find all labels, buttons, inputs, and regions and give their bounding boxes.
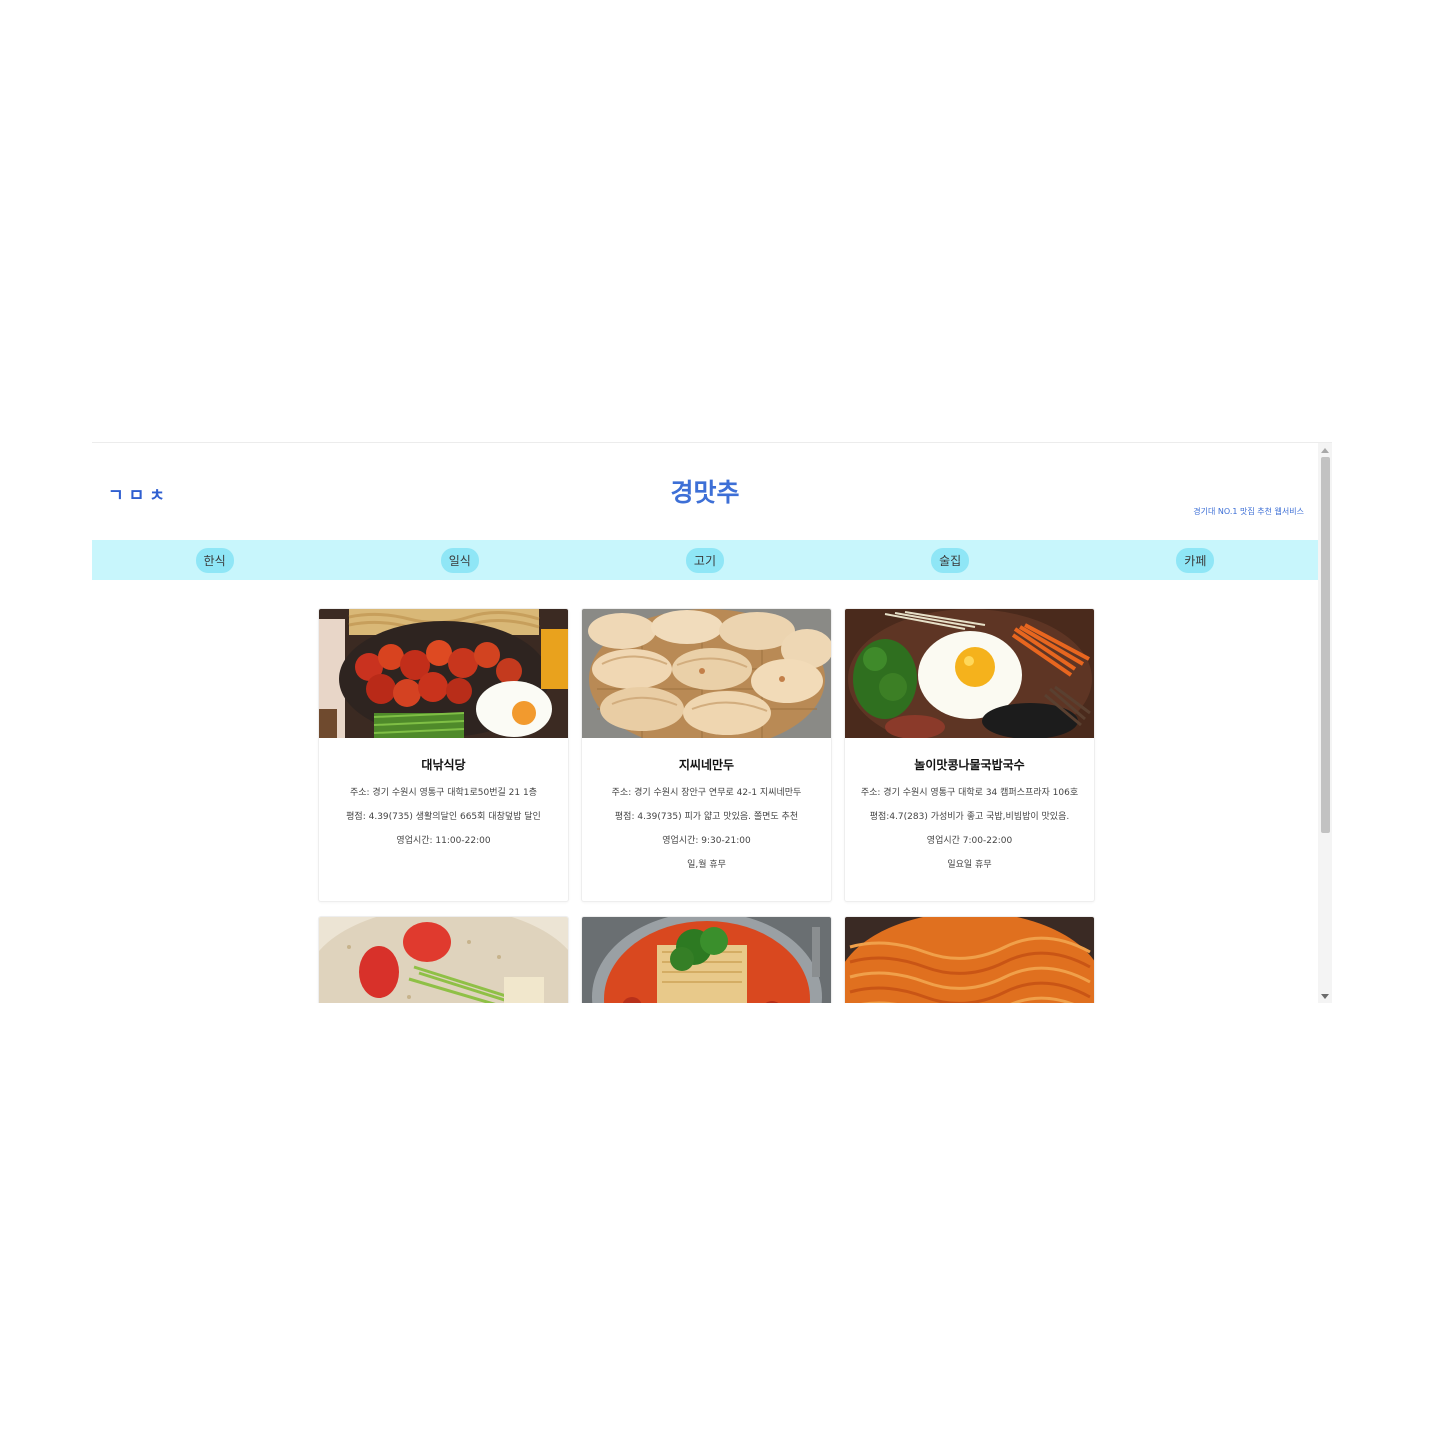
restaurant-name: 대낚식당 [421, 758, 466, 772]
restaurant-closed-days: 일,월 휴무 [687, 860, 726, 870]
restaurant-card[interactable]: 놀이맛콩나물국밥국수 주소: 경기 수원시 영통구 대학로 34 캠퍼스프라자 … [844, 608, 1095, 902]
restaurant-review: 평점: 4.39(735) 피가 얇고 맛있음. 쫄면도 추천 [614, 812, 799, 822]
spicy-noodle-photo [845, 917, 1094, 1003]
bibimbap-photo [845, 609, 1094, 738]
site-header: ㄱㅁㅊ 경맛추 경기대 NO.1 맛집 추천 웹서비스 [92, 443, 1318, 539]
scrollbar-thumb[interactable] [1321, 457, 1330, 833]
restaurant-address: 주소: 경기 수원시 영통구 대학로 34 캠퍼스프라자 106호 [860, 788, 1079, 798]
spicy-chicken-bowl-photo [319, 609, 568, 738]
site-tagline: 경기대 NO.1 맛집 추천 웹서비스 [1193, 507, 1304, 516]
restaurant-name: 놀이맛콩나물국밥국수 [914, 758, 1025, 772]
scroll-down-arrow-icon[interactable] [1321, 994, 1329, 999]
restaurant-card[interactable] [318, 916, 569, 1003]
restaurant-hours: 영업시간 7:00-22:00 [926, 836, 1013, 846]
browser-viewport-frame: ㄱㅁㅊ 경맛추 경기대 NO.1 맛집 추천 웹서비스 한식 일식 고기 술집 … [92, 442, 1332, 1003]
restaurant-hours: 영업시간: 9:30-21:00 [662, 836, 751, 846]
restaurant-card[interactable] [844, 916, 1095, 1003]
vertical-scrollbar[interactable] [1318, 443, 1332, 1003]
page-title: 경맛추 [670, 478, 740, 507]
restaurant-name: 지씨네만두 [678, 758, 735, 772]
restaurant-card[interactable]: 대낚식당 주소: 경기 수원시 영통구 대학1로50번길 21 1층 평점: 4… [318, 608, 569, 902]
restaurant-hours: 영업시간: 11:00-22:00 [396, 836, 491, 846]
restaurant-address: 주소: 경기 수원시 장안구 연무로 42-1 지씨네만두 [611, 788, 802, 798]
restaurant-address: 주소: 경기 수원시 영통구 대학1로50번길 21 1층 [349, 788, 538, 798]
spicy-stew-photo [582, 917, 831, 1003]
restaurant-review: 평점: 4.39(735) 생활의달인 665회 대창덮밥 달인 [346, 812, 541, 822]
category-nav: 한식 일식 고기 술집 카페 [92, 540, 1318, 580]
nav-item-cafe[interactable]: 카페 [1176, 547, 1215, 573]
restaurant-grid: 대낚식당 주소: 경기 수원시 영통구 대학1로50번길 21 1층 평점: 4… [318, 608, 1095, 1003]
page-content: ㄱㅁㅊ 경맛추 경기대 NO.1 맛집 추천 웹서비스 한식 일식 고기 술집 … [92, 443, 1318, 1003]
scroll-up-arrow-icon[interactable] [1321, 448, 1329, 453]
restaurant-closed-days: 일요일 휴무 [947, 860, 992, 870]
cold-soy-noodle-photo [319, 917, 568, 1003]
dumplings-photo [582, 609, 831, 738]
nav-item-pub[interactable]: 술집 [931, 547, 970, 573]
restaurant-card[interactable]: 지씨네만두 주소: 경기 수원시 장안구 연무로 42-1 지씨네만두 평점: … [581, 608, 832, 902]
nav-item-meat[interactable]: 고기 [685, 547, 725, 573]
restaurant-card[interactable] [581, 916, 832, 1003]
nav-item-japanese[interactable]: 일식 [440, 547, 479, 573]
restaurant-review: 평점:4.7(283) 가성비가 좋고 국밥,비빔밥이 맛있음. [869, 812, 1070, 822]
nav-item-korean[interactable]: 한식 [195, 547, 234, 573]
